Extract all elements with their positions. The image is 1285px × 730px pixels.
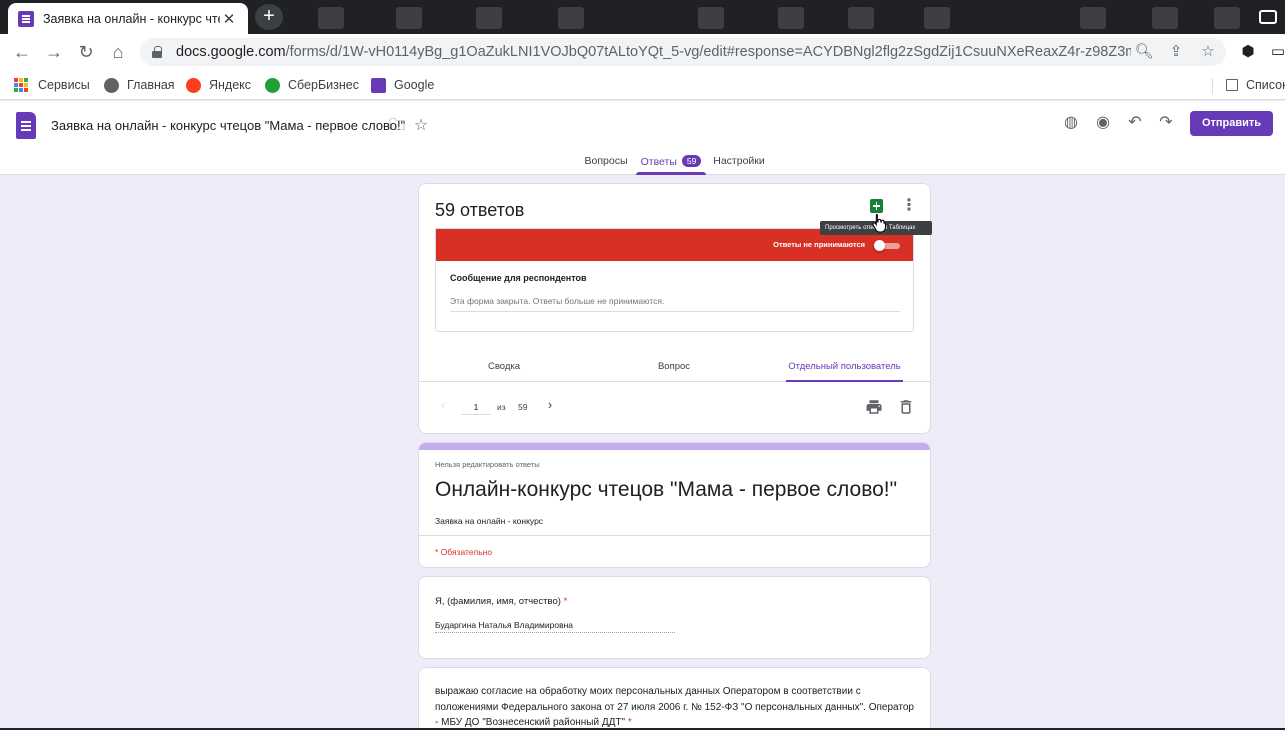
yandex-icon [186,77,201,93]
bookmark-services[interactable]: Сервисы [14,76,90,94]
bookmark-yandex[interactable]: Яндекс [186,76,251,94]
address-bar[interactable]: docs.google.com/forms/d/1W-vH0114yBg_g1O… [140,38,1226,66]
puzzle-icon[interactable]: ▭ [1268,42,1285,62]
new-tab-button[interactable]: + [255,4,283,30]
required-asterisk: * [563,596,568,607]
reading-list[interactable]: Список [1226,76,1285,94]
browser-toolbar: ← → ↻ ⌂ docs.google.com/forms/d/1W-vH011… [0,34,1285,70]
forward-arrow-icon[interactable]: → [42,40,66,64]
delete-icon[interactable] [897,398,915,416]
reload-icon[interactable]: ↻ [74,40,98,64]
tab-settings[interactable]: Настройки [710,155,768,175]
required-asterisk: * [627,717,632,728]
window-restore-button[interactable] [1245,0,1285,34]
bookmark-sberbusiness[interactable]: СберБизнес [265,76,359,94]
share-icon[interactable]: ⇪ [1166,42,1186,62]
no-edit-note: Нельзя редактировать ответы [435,460,540,469]
form-accent-bar [419,443,930,450]
consent-question-label: выражаю согласие на обработку моих персо… [435,686,914,728]
bookmark-google[interactable]: Google [371,76,434,94]
star-bookmark-icon[interactable]: ☆ [1198,42,1218,62]
forms-logo-icon[interactable] [16,112,36,139]
tab-question[interactable]: Вопрос [643,361,705,382]
accepting-responses-label: Ответы не принимаются [773,240,865,249]
tab-individual[interactable]: Отдельный пользователь [786,361,903,382]
answer-text: Бударгина Наталья Владимировна [435,620,675,633]
required-note: * Обязательно [435,547,493,557]
print-icon[interactable] [865,398,883,416]
responses-count-badge: 59 [681,155,702,167]
send-button[interactable]: Отправить [1190,111,1273,136]
form-divider [419,535,930,536]
undo-icon[interactable]: ↶ [1124,112,1146,134]
apps-grid-icon [14,78,28,92]
accepting-responses-toggle[interactable] [874,240,900,251]
response-pager: ‹ из 59 › [419,383,930,433]
tab-questions[interactable]: Вопросы [582,155,630,175]
sber-icon [265,77,280,93]
url-text[interactable]: docs.google.com/forms/d/1W-vH0114yBg_g1O… [176,44,1131,60]
next-response-icon[interactable]: › [543,397,557,413]
question-card-consent: выражаю согласие на обработку моих персо… [418,667,931,730]
document-title[interactable]: Заявка на онлайн - конкурс чтецов "Мама … [51,118,405,133]
form-description: Заявка на онлайн - конкурс [435,516,544,526]
star-icon[interactable]: ☆ [410,115,432,137]
folder-icon[interactable]: 🗀 [386,115,408,137]
hand-cursor-icon [872,214,886,233]
forms-header: Заявка на онлайн - конкурс чтецов "Мама … [0,101,1285,175]
lock-icon[interactable] [152,46,162,58]
browser-tab-title: Заявка на онлайн - конкурс чте [43,11,220,26]
extension-icon[interactable]: ⬢ [1238,42,1258,62]
sheets-icon [870,199,883,213]
respondent-message-input[interactable]: Эта форма закрыта. Ответы больше не прин… [450,296,900,312]
browser-tab[interactable]: Заявка на онлайн - конкурс чте ✕ [8,3,248,34]
bookmarks-bar: Сервисы Главная Яндекс СберБизнес Google… [0,70,1285,100]
more-options-icon[interactable]: ⋮ [899,196,919,216]
closed-form-panel: Ответы не принимаются Сообщение для респ… [435,228,914,332]
question-card-name: Я, (фамилия, имя, отчество) * Бударгина … [418,576,931,659]
redo-icon[interactable]: ↷ [1155,112,1177,134]
bookmark-home[interactable]: Главная [104,76,175,94]
respondent-message-label: Сообщение для респондентов [450,273,587,283]
tab-responses[interactable]: Ответы 59 [636,155,706,175]
taskbar-background [300,4,1260,30]
previous-response-icon[interactable]: ‹ [436,397,450,413]
forms-icon [371,77,386,93]
form-title: Онлайн-конкурс чтецов "Мама - первое сло… [435,478,898,501]
bookmarks-divider [1212,78,1213,94]
question-label: Я, (фамилия, имя, отчество) * [435,596,568,607]
tab-summary[interactable]: Сводка [471,361,537,382]
responses-count-title: 59 ответов [435,200,525,220]
close-icon[interactable]: ✕ [220,10,238,28]
responses-subtabs: Сводка Вопрос Отдельный пользователь [419,344,930,382]
globe-icon [104,77,119,93]
palette-icon[interactable]: ◍ [1060,112,1082,134]
preview-eye-icon[interactable]: ◉ [1092,112,1114,134]
pager-total: 59 [518,402,528,412]
home-icon[interactable]: ⌂ [106,40,130,64]
form-header-card: Нельзя редактировать ответы Онлайн-конку… [418,442,931,568]
reading-list-icon [1226,79,1238,91]
pager-of-label: из [497,402,506,412]
browser-tab-strip: Заявка на онлайн - конкурс чте ✕ + [0,0,1285,34]
zoom-icon[interactable]: 🔍︎ [1134,42,1154,62]
back-arrow-icon[interactable]: ← [10,40,34,64]
response-number-input[interactable] [461,399,491,415]
forms-favicon-icon [18,10,34,27]
